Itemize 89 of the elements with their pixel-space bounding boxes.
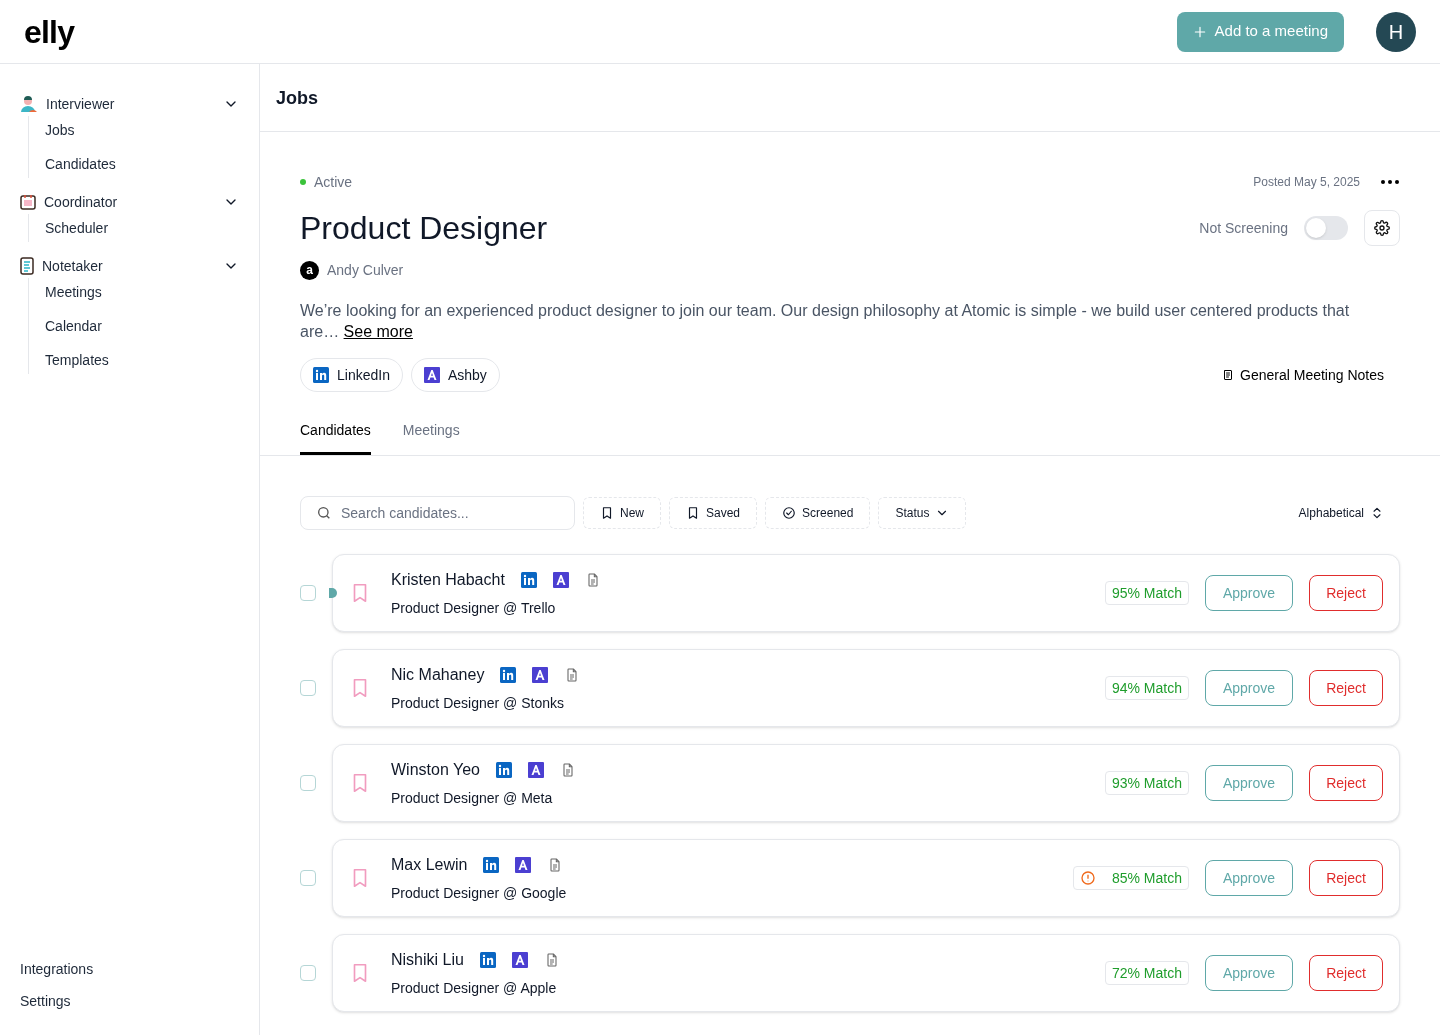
check-circle-icon — [782, 506, 797, 520]
bookmark-icon — [600, 506, 614, 520]
linkedin-icon — [313, 367, 329, 383]
job-status: Active — [314, 173, 353, 192]
owner-avatar: a — [300, 260, 319, 280]
candidate-card[interactable]: Max Lewin Product Designer @ Google 85% Match Approve Reject — [332, 839, 1400, 917]
reject-button[interactable]: Reject — [1309, 955, 1383, 991]
ashby-icon — [423, 367, 440, 383]
user-avatar[interactable]: H — [1376, 11, 1416, 52]
sidebar-group[interactable]: Interviewer — [46, 94, 115, 114]
match-score: 85% Match — [1072, 866, 1189, 890]
meeting-notes-link[interactable]: General Meeting Notes — [1222, 365, 1384, 385]
candidate-card[interactable]: Kristen Habacht Product Designer @ Trello 95% Match Approve Reject — [332, 554, 1400, 632]
filter-button[interactable]: Status — [878, 497, 967, 529]
job-description: We’re looking for an experienced product designer to join our team. Our design philosophy at Atomic is simple - we build user centered products that are… See more — [300, 301, 1351, 342]
checkbox[interactable] — [300, 680, 316, 696]
sidebar-item[interactable]: Integrations — [20, 959, 239, 979]
document-icon — [1222, 369, 1235, 381]
linkedin-icon — [520, 572, 537, 588]
sidebar-group[interactable]: Coordinator — [44, 192, 118, 212]
job-title: Product Designer — [300, 209, 548, 248]
screening-label: Not Screening — [1199, 219, 1288, 238]
ashby-icon — [552, 572, 569, 588]
sidebar-item[interactable]: Scheduler — [45, 218, 259, 238]
warning-icon — [1079, 870, 1096, 886]
person-icon — [20, 95, 38, 113]
bookmark-icon — [686, 506, 700, 520]
sort-icon — [1370, 506, 1384, 520]
candidate-role: Product Designer @ Meta — [391, 789, 554, 808]
ashby-icon — [532, 667, 549, 683]
checkbox[interactable] — [300, 585, 316, 601]
match-score: 94% Match — [1104, 676, 1189, 700]
match-score: 95% Match — [1104, 581, 1189, 605]
candidate-card[interactable]: Winston Yeo Product Designer @ Meta 93% Match Approve Reject — [332, 744, 1400, 822]
notepad-icon — [20, 257, 34, 275]
reject-button[interactable]: Reject — [1309, 765, 1383, 801]
candidate-name: Nic Mahaney — [391, 665, 485, 685]
reject-button[interactable]: Reject — [1309, 860, 1383, 896]
candidate-role: Product Designer @ Apple — [391, 979, 558, 998]
filter-button[interactable]: Screened — [765, 497, 871, 529]
candidate-role: Product Designer @ Trello — [391, 599, 557, 618]
candidate-role: Product Designer @ Stonks — [391, 694, 565, 713]
candidate-name: Max Lewin — [391, 855, 468, 875]
plus-icon — [1192, 24, 1207, 39]
search-icon — [316, 505, 332, 521]
sidebar-item[interactable]: Templates — [45, 350, 259, 370]
sidebar-item[interactable]: Calendar — [45, 316, 259, 336]
tab[interactable]: Meetings — [402, 420, 460, 455]
tab[interactable]: Candidates — [300, 420, 371, 455]
app-logo: elly — [24, 15, 75, 48]
candidate-role: Product Designer @ Google — [391, 884, 568, 903]
linkedin-icon — [500, 667, 517, 683]
ashby-icon — [515, 857, 532, 873]
ashby-icon — [527, 762, 544, 778]
candidate-card[interactable]: Nic Mahaney Product Designer @ Stonks 94% Match Approve Reject — [332, 649, 1400, 727]
sidebar-item[interactable]: Meetings — [45, 282, 259, 302]
reject-button[interactable]: Reject — [1309, 575, 1383, 611]
unread-marker — [329, 588, 337, 598]
linkedin-icon — [479, 952, 496, 968]
checkbox[interactable] — [300, 775, 316, 791]
candidate-name: Winston Yeo — [391, 760, 480, 780]
match-score: 72% Match — [1104, 961, 1189, 985]
sidebar-item[interactable]: Jobs — [45, 120, 259, 140]
ashby-icon — [511, 952, 528, 968]
candidate-name: Kristen Habacht — [391, 570, 505, 590]
match-score: 93% Match — [1104, 771, 1189, 795]
posted-date: Posted May 5, 2025 — [1253, 174, 1360, 190]
calendar-icon — [20, 194, 36, 210]
page-title: Jobs — [276, 86, 318, 110]
checkbox[interactable] — [300, 870, 316, 886]
settings-icon — [1374, 220, 1390, 236]
settings-button[interactable] — [1364, 210, 1400, 246]
filter-button[interactable]: Saved — [669, 497, 758, 529]
sidebar-item[interactable]: Candidates — [45, 154, 259, 174]
screening-toggle[interactable] — [1304, 216, 1348, 240]
more-icon[interactable] — [1380, 179, 1400, 185]
candidate-card[interactable]: Nishiki Liu Product Designer @ Apple 72% Match Approve Reject — [332, 934, 1400, 1012]
sidebar-group[interactable]: Notetaker — [42, 256, 103, 276]
linkedin-icon — [495, 762, 512, 778]
checkbox[interactable] — [300, 965, 316, 981]
sort-dropdown[interactable]: Alphabetical — [1298, 505, 1384, 521]
filter-button[interactable]: New — [583, 497, 661, 529]
sidebar-item[interactable]: Settings — [20, 991, 239, 1011]
owner-name: Andy Culver — [327, 261, 404, 280]
see-more-link[interactable]: See more — [343, 323, 413, 340]
candidate-name: Nishiki Liu — [391, 950, 464, 970]
reject-button[interactable]: Reject — [1309, 670, 1383, 706]
search-field[interactable]: Search candidates... — [300, 496, 575, 530]
linkedin-icon — [483, 857, 500, 873]
